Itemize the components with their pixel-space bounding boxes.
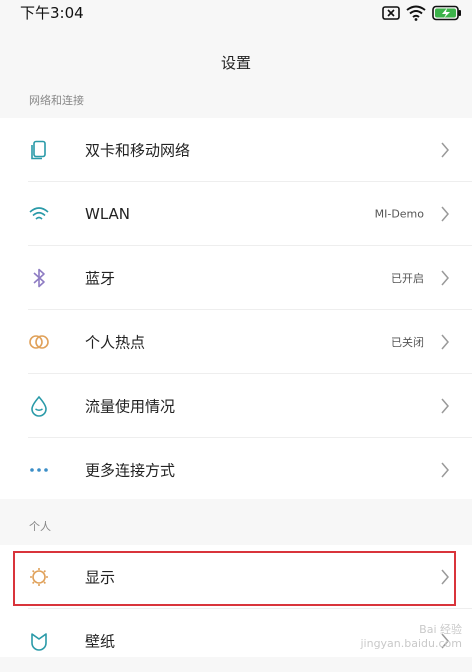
chevron-right-icon: [441, 142, 449, 157]
settings-item-bluetooth[interactable]: 蓝牙 已开启: [0, 246, 472, 309]
watermark: Bai 经验 jingyan.baidu.com: [360, 623, 462, 651]
bluetooth-icon: [33, 268, 45, 287]
settings-item-label: WLAN: [85, 204, 131, 223]
wallpaper-icon: [31, 632, 47, 651]
settings-item-label: 显示: [85, 568, 116, 586]
settings-item-label: 更多连接方式: [85, 461, 176, 479]
sim-card-icon: [31, 140, 46, 159]
chevron-right-icon: [441, 206, 449, 221]
status-icons: [382, 4, 462, 22]
section-header-network: 网络和连接: [29, 94, 84, 107]
nav-bar: 设置: [0, 26, 472, 90]
settings-item-value: 已开启: [391, 271, 424, 285]
sim-off-icon: [382, 6, 400, 20]
wifi-icon: [29, 206, 49, 220]
settings-item-display[interactable]: 显示: [0, 545, 472, 608]
settings-item-label: 流量使用情况: [85, 397, 176, 415]
display-icon: [30, 567, 48, 586]
settings-item-wlan[interactable]: WLAN MI-Demo: [0, 182, 472, 245]
settings-item-value: MI-Demo: [374, 207, 424, 220]
settings-item-label: 蓝牙: [85, 269, 116, 287]
page-title: 设置: [220, 54, 251, 72]
settings-item-label: 个人热点: [85, 333, 146, 351]
network-settings-group: 双卡和移动网络 WLAN MI-Demo 蓝牙 已开启 个人热点 已关闭 流量使…: [0, 118, 472, 499]
settings-item-value: 已关闭: [391, 335, 424, 349]
chevron-right-icon: [441, 398, 449, 413]
watermark-line1: Bai 经验: [419, 623, 462, 636]
settings-item-data-usage[interactable]: 流量使用情况: [0, 374, 472, 437]
more-connections-icon: [30, 467, 48, 472]
settings-item-more-connections[interactable]: 更多连接方式: [0, 438, 472, 501]
settings-item-label: 双卡和移动网络: [85, 141, 191, 159]
watermark-line2: jingyan.baidu.com: [360, 637, 462, 650]
chevron-right-icon: [441, 334, 449, 349]
status-bar: 下午3:04: [0, 0, 472, 26]
battery-charging-icon: [432, 5, 461, 21]
chevron-right-icon: [441, 270, 449, 285]
status-time: 下午3:04: [20, 4, 84, 22]
chevron-right-icon: [441, 462, 449, 477]
chevron-right-icon: [441, 569, 449, 584]
settings-item-hotspot[interactable]: 个人热点 已关闭: [0, 310, 472, 373]
section-header-personal: 个人: [29, 520, 51, 533]
data-usage-icon: [31, 395, 47, 417]
hotspot-icon: [29, 334, 49, 349]
settings-item-dual-sim[interactable]: 双卡和移动网络: [0, 118, 472, 181]
wifi-signal-icon: [406, 5, 426, 21]
settings-item-label: 壁纸: [85, 632, 116, 650]
